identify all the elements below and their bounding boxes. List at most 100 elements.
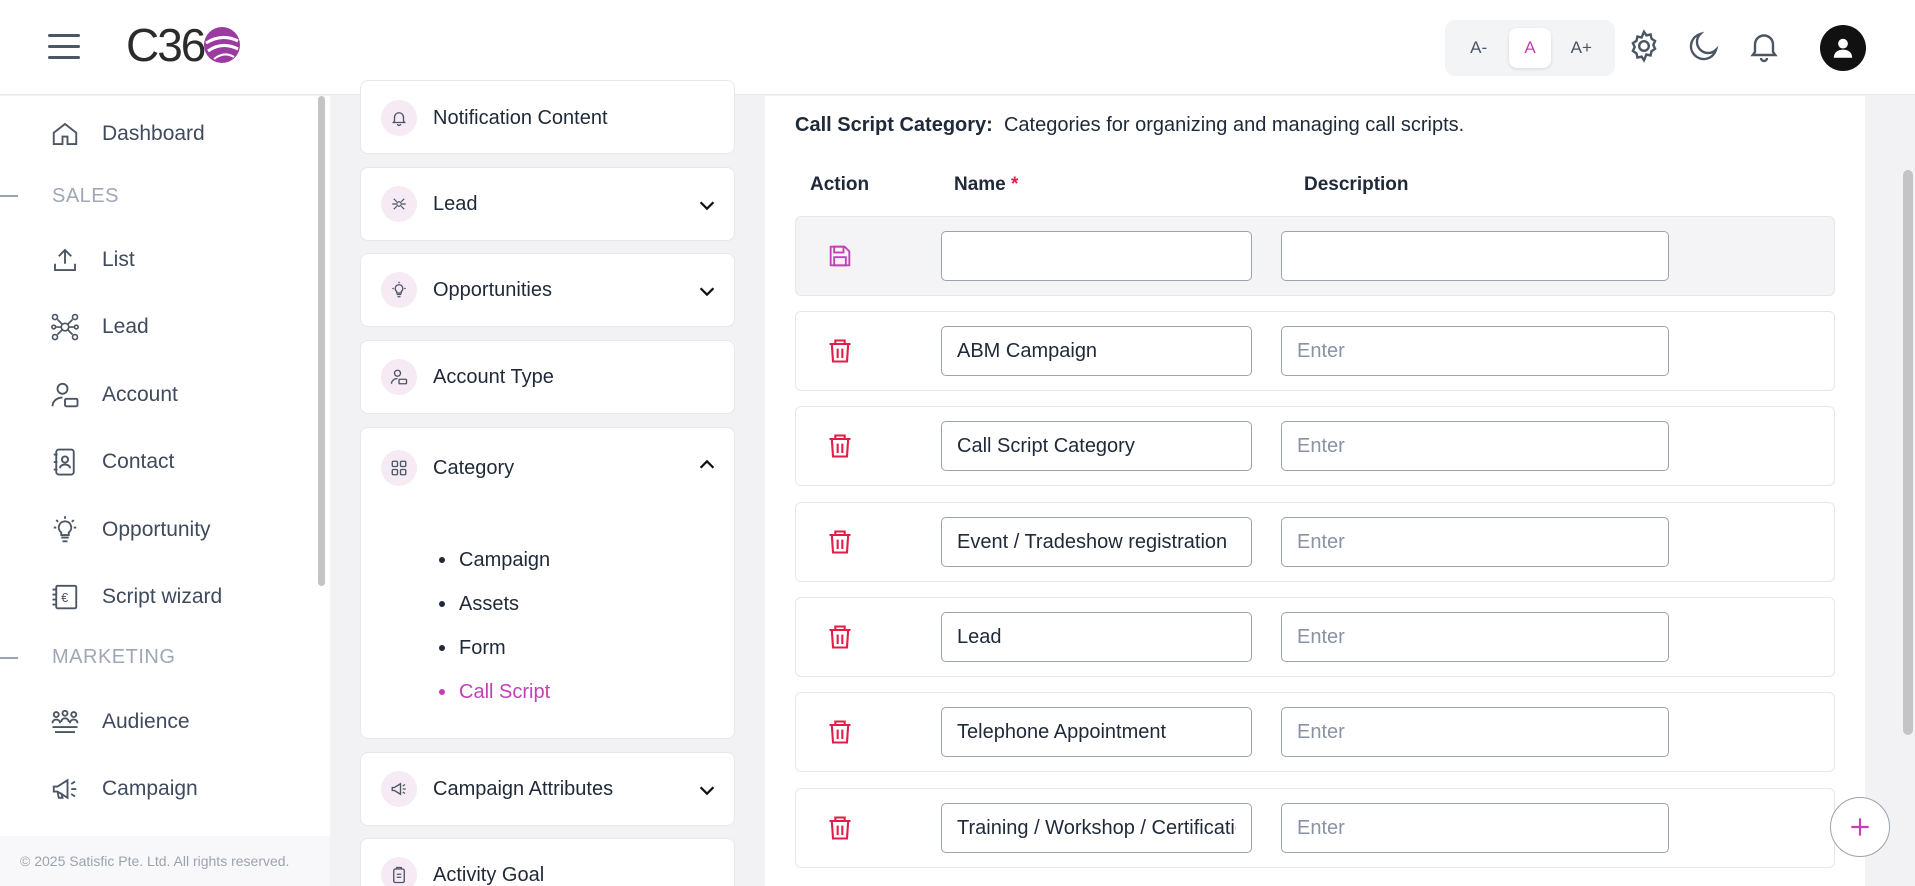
network-icon (51, 313, 79, 341)
gear-icon[interactable] (1626, 28, 1662, 64)
required-mark: * (1011, 174, 1019, 195)
name-input[interactable] (941, 612, 1252, 662)
trash-icon[interactable] (826, 431, 854, 461)
script-icon: € (52, 584, 78, 610)
sidebar-scrollbar[interactable] (318, 96, 325, 586)
description-input[interactable] (1281, 517, 1669, 567)
panel-label: Activity Goal (433, 863, 545, 886)
megaphone-icon (381, 771, 417, 807)
section-divider (0, 195, 18, 197)
table-row (795, 788, 1835, 868)
home-icon (52, 122, 78, 145)
description-input[interactable] (1281, 612, 1669, 662)
sidebar-item-script-wizard[interactable]: € Script wizard (50, 577, 222, 617)
font-decrease-button[interactable]: A- (1458, 28, 1500, 68)
main-content: Call Script Category: Categories for org… (765, 96, 1865, 886)
description-input[interactable] (1281, 326, 1669, 376)
category-item-assets[interactable]: Assets (439, 582, 550, 626)
sidebar-item-opportunity[interactable]: Opportunity (50, 510, 211, 550)
bell-icon[interactable] (1746, 28, 1782, 64)
trash-icon[interactable] (826, 813, 854, 843)
sidebar-item-label: Lead (102, 315, 149, 338)
column-name-label: Name (954, 174, 1006, 195)
account-icon (381, 359, 417, 395)
sidebar-item-contact[interactable]: Contact (50, 442, 174, 482)
contact-book-icon (53, 448, 75, 476)
description-input[interactable] (1281, 707, 1669, 757)
column-header-description: Description (1304, 174, 1409, 195)
font-size-control: A- A A+ (1445, 20, 1615, 76)
sidebar-item-lead[interactable]: Lead (50, 307, 149, 347)
save-icon[interactable] (826, 241, 854, 271)
table-row (795, 502, 1835, 582)
name-input[interactable] (941, 421, 1252, 471)
panel-campaign-attributes[interactable]: Campaign Attributes (360, 752, 735, 826)
audience-icon (51, 709, 79, 733)
chevron-up-icon[interactable] (696, 454, 718, 476)
panel-opportunities[interactable]: Opportunities (360, 253, 735, 327)
chevron-down-icon[interactable] (696, 280, 718, 302)
category-item-call-script[interactable]: Call Script (439, 670, 550, 714)
category-list: Campaign Assets Form Call Script (439, 538, 550, 714)
globe-icon (204, 27, 241, 63)
name-input[interactable] (941, 326, 1252, 376)
page-title: Call Script Category: Categories for org… (795, 114, 1464, 137)
sidebar-item-audience[interactable]: Audience (50, 702, 190, 742)
trash-icon[interactable] (826, 717, 854, 747)
panel-account-type[interactable]: Account Type (360, 340, 735, 414)
panel-lead[interactable]: Lead (360, 167, 735, 241)
panel-notification-content[interactable]: Notification Content (360, 80, 735, 154)
table-row (795, 692, 1835, 772)
table-row (795, 406, 1835, 486)
font-increase-button[interactable]: A+ (1560, 28, 1602, 68)
sidebar-item-label: Script wizard (102, 585, 223, 608)
sidebar-item-campaign[interactable]: Campaign (50, 769, 198, 809)
description-input[interactable] (1281, 421, 1669, 471)
name-input[interactable] (941, 803, 1252, 853)
chevron-down-icon[interactable] (696, 779, 718, 801)
sidebar-item-dashboard[interactable]: Dashboard (50, 114, 205, 154)
panel-activity-goal[interactable]: Activity Goal (360, 838, 735, 886)
section-divider (0, 657, 18, 659)
panel-label: Category (433, 456, 515, 479)
sidebar-item-list[interactable]: List (50, 240, 135, 280)
panel-category: Category Campaign Assets Form Call Scrip… (360, 427, 735, 739)
add-button[interactable] (1830, 797, 1890, 857)
avatar[interactable] (1820, 25, 1866, 71)
logo: C36 (126, 19, 242, 71)
svg-text:€: € (61, 591, 68, 605)
table-row (795, 597, 1835, 677)
name-input[interactable] (941, 517, 1252, 567)
top-header: C36 A- A A+ (0, 0, 1915, 95)
sidebar-item-label: Campaign (102, 777, 198, 800)
trash-icon[interactable] (826, 336, 854, 366)
lightbulb-icon (53, 516, 77, 543)
font-default-button[interactable]: A (1508, 28, 1551, 68)
name-input[interactable] (941, 707, 1252, 757)
bell-icon (381, 100, 417, 136)
grid-icon (381, 450, 417, 486)
panel-label: Opportunities (433, 278, 552, 301)
category-item-campaign[interactable]: Campaign (439, 538, 550, 582)
description-input[interactable] (1281, 803, 1669, 853)
new-name-input[interactable] (941, 231, 1252, 281)
trash-icon[interactable] (826, 527, 854, 557)
category-header[interactable]: Category (381, 432, 514, 504)
title-description: Categories for organizing and managing c… (1003, 114, 1465, 136)
trash-icon[interactable] (826, 622, 854, 652)
panel-label: Notification Content (433, 106, 608, 129)
column-header-action: Action (810, 174, 870, 195)
column-header-name: Name * (954, 174, 1018, 196)
section-marketing-label: MARKETING (52, 646, 176, 668)
new-description-input[interactable] (1281, 231, 1669, 281)
chevron-down-icon[interactable] (696, 194, 718, 216)
category-item-form[interactable]: Form (439, 626, 550, 670)
panel-label: Campaign Attributes (433, 777, 614, 800)
main-scrollbar[interactable] (1903, 170, 1913, 735)
megaphone-icon (52, 778, 77, 800)
moon-icon[interactable] (1686, 28, 1722, 64)
table-row (795, 311, 1835, 391)
section-sales-label: SALES (52, 185, 119, 207)
sidebar-item-account[interactable]: Account (50, 375, 178, 415)
menu-icon[interactable] (48, 34, 80, 60)
